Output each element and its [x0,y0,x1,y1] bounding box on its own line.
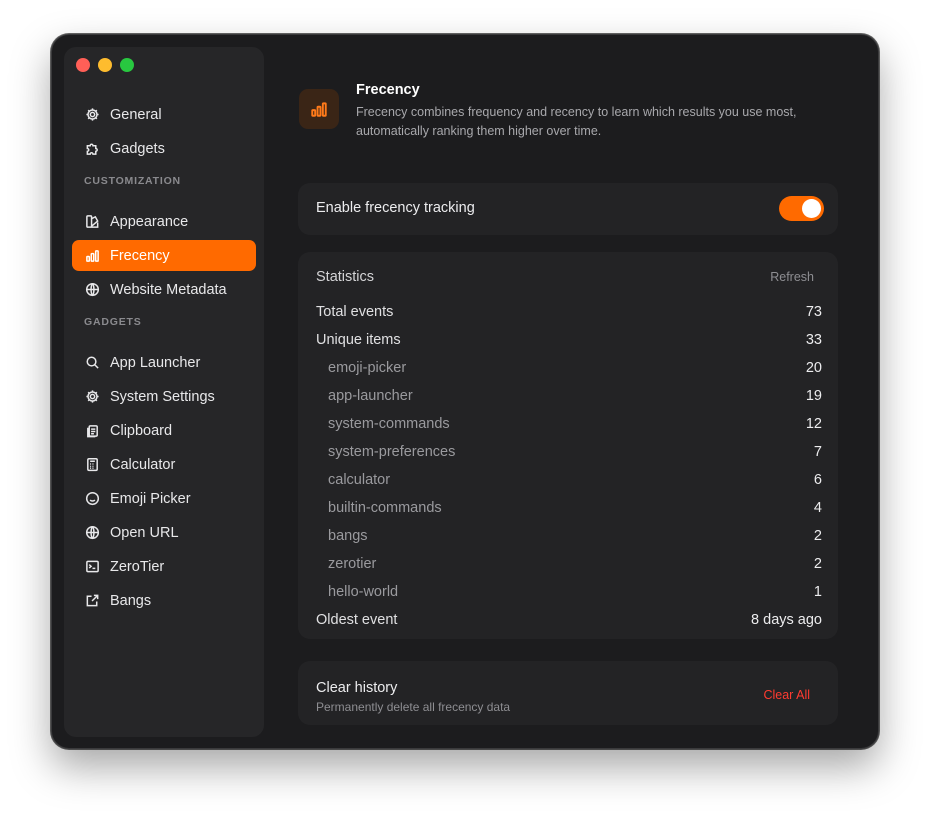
sidebar-item-label: App Launcher [110,354,201,371]
gear-icon [84,107,100,123]
smiley-icon [84,491,100,507]
gear-icon [84,389,100,405]
stat-item-value: 4 [813,500,822,516]
sidebar-item-frecency[interactable]: Frecency [72,240,256,271]
palette-icon [84,214,100,230]
section-label-gadgets: GADGETS [84,316,142,328]
stat-item-label: system-preferences [328,444,456,460]
sidebar-item-website-metadata[interactable]: Website Metadata [72,274,256,305]
statistics-card: Statistics Refresh Total events 73 Uniqu… [298,252,838,639]
stat-item-row: system-preferences 7 [316,442,822,462]
sidebar-item-bangs[interactable]: Bangs [72,585,256,616]
toggle-knob [802,199,821,218]
stat-item-label: hello-world [328,584,399,600]
globe-icon [84,525,100,541]
stat-item-row: app-launcher 19 [316,386,822,406]
sidebar-item-label: General [110,106,162,123]
sidebar-item-label: ZeroTier [110,558,165,575]
sidebar-item-label: Website Metadata [110,281,227,298]
stat-item-value: 12 [805,416,822,432]
tracking-label: Enable frecency tracking [316,200,475,216]
sidebar-item-label: Frecency [110,247,170,264]
external-link-icon [84,593,100,609]
main-panel: Frecency Frecency combines frequency and… [298,35,858,748]
section-label-customization: CUSTOMIZATION [84,175,181,187]
stat-item-value: 2 [813,528,822,544]
stat-value: 8 days ago [751,612,822,628]
stat-item-value: 19 [805,388,822,404]
stat-label: Total events [316,304,394,320]
globe-icon [84,282,100,298]
stat-item-value: 1 [813,584,822,600]
stat-item-label: zerotier [328,556,377,572]
bar-chart-icon [84,248,100,264]
settings-window: General Gadgets CUSTOMIZATION Appearance… [51,34,879,749]
sidebar-item-label: Gadgets [110,140,165,157]
zoom-window-button[interactable] [120,58,134,72]
sidebar-item-label: Clipboard [110,422,173,439]
sidebar-item-label: Appearance [110,213,189,230]
stat-item-label: builtin-commands [328,500,442,516]
stat-item-row: bangs 2 [316,526,822,546]
sidebar-item-system-settings[interactable]: System Settings [72,381,256,412]
sidebar-item-open-url[interactable]: Open URL [72,517,256,548]
sidebar-item-general[interactable]: General [72,99,256,130]
sidebar-item-emoji-picker[interactable]: Emoji Picker [72,483,256,514]
statistics-title: Statistics [316,269,375,285]
terminal-icon [84,559,100,575]
stat-item-row: hello-world 1 [316,582,822,602]
stat-item-row: zerotier 2 [316,554,822,574]
clear-history-description: Permanently delete all frecency data [316,700,511,714]
sidebar-item-label: Calculator [110,456,176,473]
stat-row-unique-items: Unique items 33 [316,330,822,350]
stat-item-row: builtin-commands 4 [316,498,822,518]
stat-item-label: bangs [328,528,368,544]
stat-item-row: system-commands 12 [316,414,822,434]
stat-label: Unique items [316,332,401,348]
sidebar-item-zerotier[interactable]: ZeroTier [72,551,256,582]
stat-row-oldest-event: Oldest event 8 days ago [316,610,822,630]
page-description: Frecency combines frequency and recency … [356,105,797,138]
puzzle-icon [84,141,100,157]
stat-item-value: 2 [813,556,822,572]
stat-item-label: app-launcher [328,388,413,404]
search-icon [84,355,100,371]
calculator-icon [84,457,100,473]
close-window-button[interactable] [76,58,90,72]
stat-item-value: 6 [813,472,822,488]
sidebar-item-label: System Settings [110,388,215,405]
frecency-tracking-toggle[interactable] [779,196,824,221]
sidebar-item-label: Open URL [110,524,179,541]
stat-label: Oldest event [316,612,398,628]
sidebar-item-appearance[interactable]: Appearance [72,206,256,237]
sidebar-item-gadgets[interactable]: Gadgets [72,133,256,164]
sidebar-item-label: Bangs [110,592,152,609]
refresh-button[interactable]: Refresh [770,270,814,284]
stat-item-label: emoji-picker [328,360,407,376]
sidebar-item-clipboard[interactable]: Clipboard [72,415,256,446]
clear-history-title: Clear history [316,680,398,696]
window-controls [76,58,134,72]
clear-history-card: Clear history Permanently delete all fre… [298,661,838,725]
stat-item-value: 7 [813,444,822,460]
sidebar-item-calculator[interactable]: Calculator [72,449,256,480]
stat-row-total-events: Total events 73 [316,302,822,322]
stat-item-row: calculator 6 [316,470,822,490]
stat-value: 73 [805,304,822,320]
stat-value: 33 [805,332,822,348]
sidebar: General Gadgets CUSTOMIZATION Appearance… [64,47,264,737]
stat-item-label: calculator [328,472,391,488]
sidebar-item-label: Emoji Picker [110,490,191,507]
clipboard-icon [84,423,100,439]
sidebar-item-app-launcher[interactable]: App Launcher [72,347,256,378]
bar-chart-icon [299,89,339,129]
stat-item-value: 20 [805,360,822,376]
minimize-window-button[interactable] [98,58,112,72]
tracking-card: Enable frecency tracking [298,183,838,235]
stat-item-row: emoji-picker 20 [316,358,822,378]
page-title: Frecency [356,82,420,98]
clear-all-button[interactable]: Clear All [763,688,810,702]
stat-item-label: system-commands [328,416,450,432]
